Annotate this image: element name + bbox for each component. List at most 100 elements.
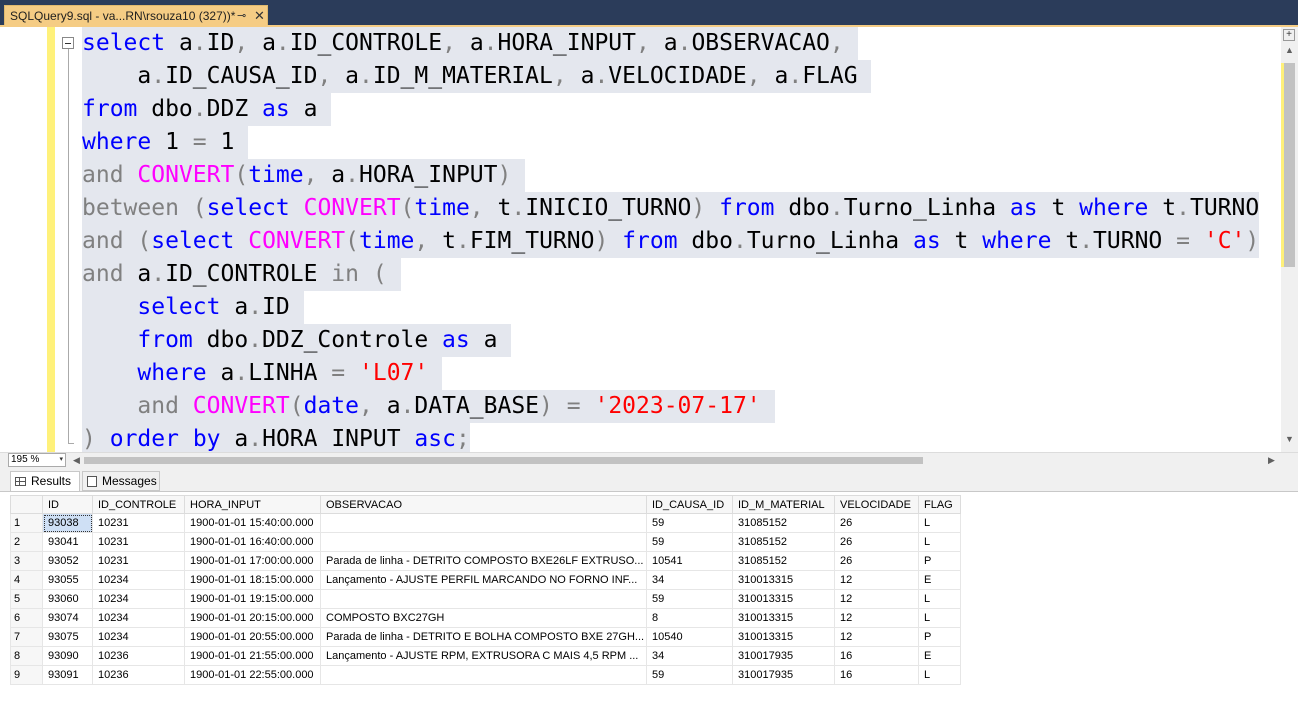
table-cell[interactable]: 10234 [92, 627, 185, 647]
table-cell[interactable]: 310013315 [732, 627, 835, 647]
table-cell[interactable]: 93060 [42, 589, 93, 609]
table-cell[interactable]: 93075 [42, 627, 93, 647]
table-cell[interactable]: 31085152 [732, 532, 835, 552]
table-cell[interactable]: Parada de linha - DETRITO COMPOSTO BXE26… [320, 551, 647, 571]
column-header[interactable]: OBSERVACAO [320, 495, 647, 514]
table-cell[interactable]: 59 [646, 665, 733, 685]
table-cell[interactable]: 93052 [42, 551, 93, 571]
row-number[interactable]: 1 [10, 513, 43, 533]
table-cell[interactable]: 12 [834, 570, 919, 590]
table-cell[interactable]: COMPOSTO BXC27GH [320, 608, 647, 628]
row-number[interactable]: 7 [10, 627, 43, 647]
table-cell[interactable]: 10234 [92, 608, 185, 628]
table-cell[interactable]: 93091 [42, 665, 93, 685]
table-cell[interactable]: 59 [646, 513, 733, 533]
table-cell[interactable]: 93074 [42, 608, 93, 628]
table-row[interactable]: 5 93060 10234 1900-01-01 19:15:00.000 59 3100… [10, 589, 961, 609]
code-line[interactable]: from dbo.DDZ as a [82, 93, 332, 126]
table-row[interactable]: 4 93055 10234 1900-01-01 18:15:00.000 Lançam… [10, 570, 961, 590]
scroll-up-icon[interactable]: ▲ [1285, 45, 1294, 55]
column-header[interactable]: ID_CAUSA_ID [646, 495, 733, 514]
table-cell[interactable]: 10236 [92, 665, 185, 685]
table-cell[interactable]: L [918, 513, 961, 533]
row-number[interactable]: 2 [10, 532, 43, 552]
zoom-select[interactable]: 195 % ▾ [8, 453, 66, 467]
table-cell[interactable]: 1900-01-01 16:40:00.000 [184, 532, 321, 552]
split-icon[interactable]: + [1283, 29, 1295, 41]
table-cell[interactable]: Lançamento - AJUSTE RPM, EXTRUSORA C MAI… [320, 646, 647, 666]
table-cell[interactable]: 34 [646, 570, 733, 590]
row-number[interactable]: 9 [10, 665, 43, 685]
table-cell[interactable]: 8 [646, 608, 733, 628]
row-number[interactable]: 4 [10, 570, 43, 590]
row-number[interactable]: 8 [10, 646, 43, 666]
table-cell[interactable]: L [918, 589, 961, 609]
column-header[interactable]: ID [42, 495, 93, 514]
table-cell[interactable]: 1900-01-01 17:00:00.000 [184, 551, 321, 571]
table-cell[interactable]: 26 [834, 551, 919, 571]
code-line[interactable]: ) order by a.HORA INPUT asc; [82, 423, 470, 452]
table-cell[interactable]: 12 [834, 589, 919, 609]
table-cell[interactable] [320, 532, 647, 552]
table-row[interactable]: 9 93091 10236 1900-01-01 22:55:00.000 59 3100… [10, 665, 961, 685]
code-line[interactable]: a.ID_CAUSA_ID, a.ID_M_MATERIAL, a.VELOCI… [82, 60, 872, 93]
table-cell[interactable] [320, 589, 647, 609]
table-cell[interactable]: P [918, 551, 961, 571]
code-line[interactable]: and CONVERT(time, a.HORA_INPUT) [82, 159, 526, 192]
table-cell[interactable]: 26 [834, 532, 919, 552]
table-cell[interactable]: Parada de linha - DETRITO E BOLHA COMPOS… [320, 627, 647, 647]
vertical-scrollbar[interactable]: + ▲ ▼ [1281, 27, 1298, 452]
code-line[interactable]: select a.ID [82, 291, 304, 324]
table-cell[interactable] [320, 665, 647, 685]
column-header[interactable]: HORA_INPUT [184, 495, 321, 514]
table-cell[interactable]: 1900-01-01 22:55:00.000 [184, 665, 321, 685]
table-row[interactable]: 7 93075 10234 1900-01-01 20:55:00.000 Parada… [10, 627, 961, 647]
code-line[interactable]: where 1 = 1 [82, 126, 249, 159]
tab-results[interactable]: Results [10, 471, 80, 491]
table-row[interactable]: 8 93090 10236 1900-01-01 21:55:00.000 Lançam… [10, 646, 961, 666]
table-cell[interactable]: E [918, 570, 961, 590]
table-cell[interactable]: 34 [646, 646, 733, 666]
code-line[interactable]: and a.ID_CONTROLE in ( [82, 258, 401, 291]
table-cell[interactable]: 10231 [92, 532, 185, 552]
code-line[interactable]: where a.LINHA = 'L07' [82, 357, 443, 390]
scroll-right-icon[interactable]: ▶ [1268, 455, 1275, 466]
table-cell[interactable]: 31085152 [732, 551, 835, 571]
table-cell[interactable]: 93090 [42, 646, 93, 666]
horizontal-scroll-thumb[interactable] [84, 457, 923, 464]
table-cell[interactable]: 1900-01-01 19:15:00.000 [184, 589, 321, 609]
table-cell[interactable]: L [918, 532, 961, 552]
table-cell[interactable]: 10231 [92, 551, 185, 571]
scroll-down-icon[interactable]: ▼ [1285, 434, 1294, 444]
table-cell[interactable]: L [918, 665, 961, 685]
table-cell[interactable]: 1900-01-01 21:55:00.000 [184, 646, 321, 666]
query-tab[interactable]: SQLQuery9.sql - va...RN\rsouza10 (327))*… [4, 5, 268, 26]
results-grid[interactable]: ID ID_CONTROLE HORA_INPUT OBSERVACAO ID_CAUS… [0, 491, 1298, 726]
table-cell[interactable]: 26 [834, 513, 919, 533]
table-cell[interactable]: 310013315 [732, 589, 835, 609]
table-cell[interactable]: 93055 [42, 570, 93, 590]
column-header[interactable]: ID_CONTROLE [92, 495, 185, 514]
row-number[interactable]: 3 [10, 551, 43, 571]
table-cell[interactable]: 1900-01-01 15:40:00.000 [184, 513, 321, 533]
table-cell[interactable]: 1900-01-01 20:15:00.000 [184, 608, 321, 628]
table-cell[interactable]: 16 [834, 665, 919, 685]
scroll-left-icon[interactable]: ◀ [73, 455, 80, 466]
close-icon[interactable]: ✕ [254, 6, 265, 26]
table-cell[interactable]: 10231 [92, 513, 185, 533]
row-number[interactable]: 5 [10, 589, 43, 609]
table-cell[interactable]: Lançamento - AJUSTE PERFIL MARCANDO NO F… [320, 570, 647, 590]
table-cell[interactable]: 310013315 [732, 570, 835, 590]
column-header[interactable] [10, 495, 43, 514]
table-row[interactable]: 2 93041 10231 1900-01-01 16:40:00.000 59 3108… [10, 532, 961, 552]
sql-editor[interactable]: select a.ID, a.ID_CONTROLE, a.HORA_INPUT… [0, 27, 1298, 452]
table-cell[interactable]: 93038 [42, 513, 93, 533]
table-cell[interactable]: 310017935 [732, 646, 835, 666]
tab-messages[interactable]: Messages [82, 471, 160, 491]
table-cell[interactable]: 310017935 [732, 665, 835, 685]
table-cell[interactable]: 59 [646, 532, 733, 552]
table-cell[interactable]: 1900-01-01 18:15:00.000 [184, 570, 321, 590]
pin-icon[interactable]: ⊸ [237, 6, 246, 26]
table-cell[interactable]: 59 [646, 589, 733, 609]
table-row[interactable]: 3 93052 10231 1900-01-01 17:00:00.000 Parada… [10, 551, 961, 571]
